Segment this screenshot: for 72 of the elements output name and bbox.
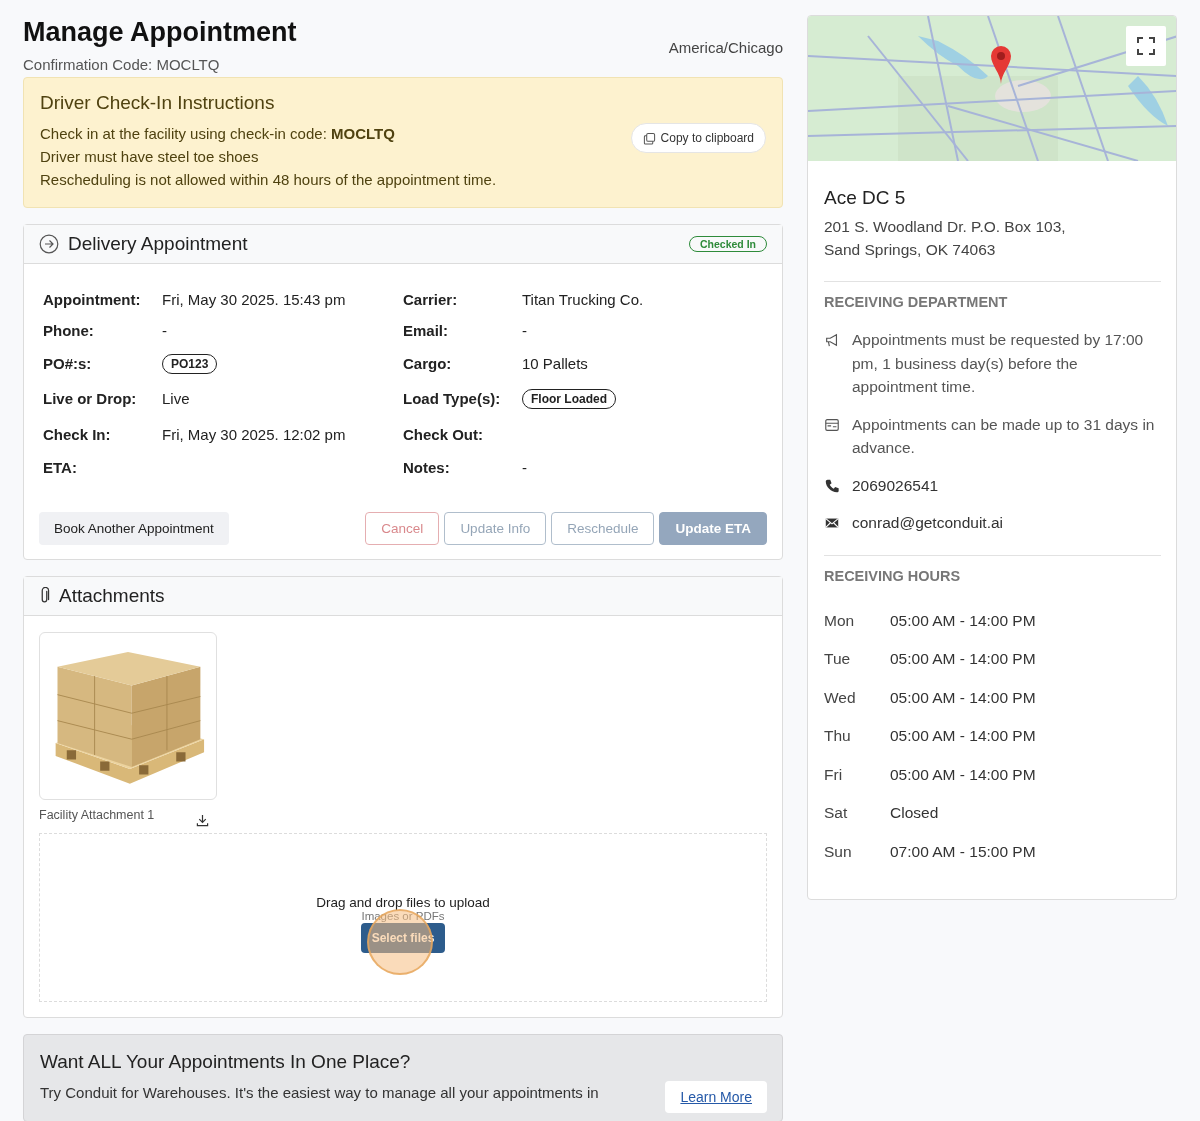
field-label: Load Type(s): bbox=[403, 390, 502, 407]
field-label: Email: bbox=[403, 322, 449, 339]
field-label: Check Out: bbox=[403, 425, 484, 443]
hours-text: 07:00 AM - 15:00 PM bbox=[890, 842, 1036, 861]
hours-text: 05:00 AM - 14:00 PM bbox=[890, 727, 1036, 746]
policy-text: Appointments can be made up to 31 days in advance. bbox=[852, 414, 1156, 458]
day-label: Mon bbox=[824, 611, 856, 630]
field-value: - bbox=[162, 322, 167, 339]
day-label: Sun bbox=[824, 842, 853, 861]
promo-title: Want ALL Your Appointments In One Place? bbox=[40, 1051, 412, 1073]
copy-button[interactable]: Copy to clipboard bbox=[630, 123, 766, 153]
confirmation-code: Confirmation Code: MOCLTQ bbox=[23, 56, 221, 73]
day-label: Wed bbox=[824, 688, 857, 707]
promo-text: Try Conduit for Warehouses. It's the easiest way to manage all your appointments in bbox=[40, 1084, 599, 1101]
section-title: RECEIVING DEPARTMENT bbox=[824, 294, 1009, 310]
learn-more-link[interactable]: Learn More bbox=[680, 1089, 752, 1105]
instruction-text: Rescheduling is not allowed within 48 hours of the appointment time. bbox=[40, 170, 497, 190]
envelope-icon bbox=[824, 515, 840, 531]
field-value: - bbox=[522, 459, 527, 476]
day-label: Sat bbox=[824, 804, 849, 823]
drop-zone-hint: Images or PDFs bbox=[361, 910, 445, 922]
section-title: RECEIVING HOURS bbox=[824, 567, 962, 584]
instruction-text: Driver must have steel toe shoes bbox=[40, 147, 260, 167]
card-title: Delivery Appointment bbox=[68, 233, 248, 255]
instruction-text: Check in at the facility using check-in code: MOCLTQ bbox=[40, 124, 396, 144]
timezone-label: America/Chicago bbox=[668, 39, 783, 56]
copy-icon bbox=[642, 131, 656, 145]
hours-text: 05:00 AM - 14:00 PM bbox=[890, 688, 1036, 707]
fullscreen-icon bbox=[1137, 37, 1155, 55]
book-appointment-button[interactable]: Book Another Appointment bbox=[39, 512, 229, 545]
field-label: Live or Drop: bbox=[43, 390, 138, 407]
field-value: Fri, May 30 2025. 15:43 pm bbox=[162, 291, 346, 308]
field-label: Notes: bbox=[403, 459, 451, 476]
hours-text: Closed bbox=[890, 804, 939, 823]
day-label: Fri bbox=[824, 765, 844, 784]
field-value: Titan Trucking Co. bbox=[522, 291, 644, 308]
hours-text: 05:00 AM - 14:00 PM bbox=[890, 765, 1036, 784]
field-label: Carrier: bbox=[403, 291, 459, 308]
field-value: Fri, May 30 2025. 12:02 pm bbox=[162, 425, 346, 443]
field-label: Phone: bbox=[43, 322, 95, 339]
instructions-title: Driver Check-In Instructions bbox=[40, 92, 276, 114]
email-address: conrad@getconduit.ai bbox=[852, 513, 1005, 533]
address-line: Sand Springs, OK 74063 bbox=[824, 240, 997, 260]
field-label: Check In: bbox=[43, 425, 112, 443]
arrow-circle-icon bbox=[39, 234, 59, 254]
calendar-icon bbox=[824, 416, 840, 433]
day-label: Thu bbox=[824, 727, 852, 746]
location-name: Ace DC 5 bbox=[824, 187, 907, 209]
field-label: PO#:s: bbox=[43, 355, 93, 372]
hours-text: 05:00 AM - 14:00 PM bbox=[890, 650, 1036, 669]
hours-text: 05:00 AM - 14:00 PM bbox=[890, 611, 1036, 630]
field-label: Appointment: bbox=[43, 291, 142, 308]
file-name: Facility Attachment 1 bbox=[39, 807, 156, 824]
thumbnail-frame[interactable] bbox=[39, 632, 217, 800]
paperclip-icon bbox=[39, 587, 50, 605]
policy-text: Appointments must be requested by 17:00 pm, 1 business day(s) before the appointment time. bbox=[852, 330, 1145, 397]
field-value: - bbox=[522, 322, 527, 339]
field-value: Live bbox=[162, 390, 190, 407]
drop-zone-text: Drag and drop files to upload bbox=[316, 895, 490, 910]
fullscreen-button[interactable] bbox=[1126, 26, 1166, 66]
day-label: Tue bbox=[824, 650, 852, 669]
address-line: 201 S. Woodland Dr. P.O. Box 103, bbox=[824, 217, 1067, 237]
megaphone-icon bbox=[824, 332, 840, 348]
field-label: Cargo: bbox=[403, 355, 453, 372]
field-label: ETA: bbox=[43, 459, 78, 476]
phone-icon bbox=[824, 477, 840, 494]
card-title: Attachments bbox=[59, 585, 165, 607]
field-value: 10 Pallets bbox=[522, 355, 588, 372]
page-title: Manage Appointment bbox=[23, 17, 297, 48]
learn-more-button[interactable]: Learn More bbox=[665, 1081, 767, 1113]
download-icon[interactable] bbox=[196, 814, 209, 827]
phone-number: 2069026541 bbox=[852, 475, 940, 496]
